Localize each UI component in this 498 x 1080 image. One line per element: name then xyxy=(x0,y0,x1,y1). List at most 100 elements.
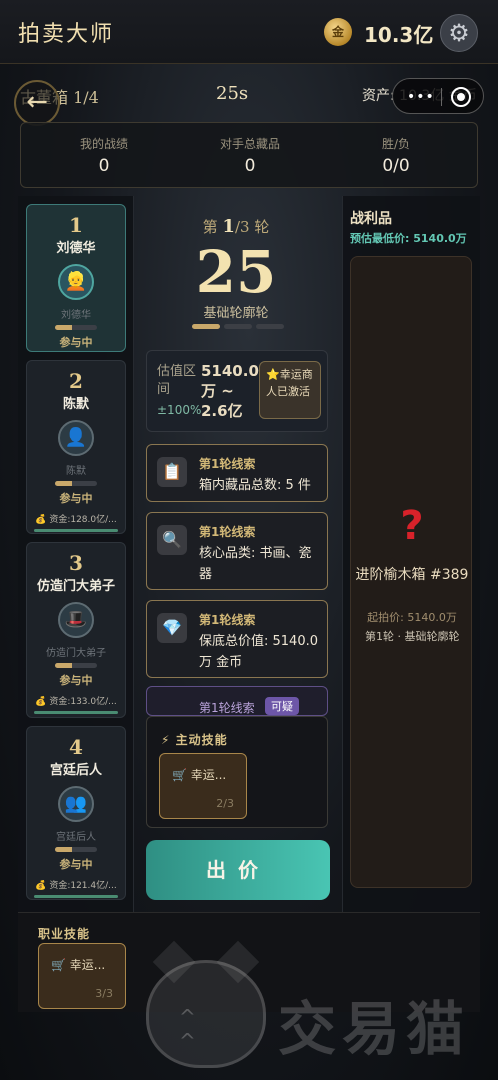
clue-card: 📋 第1轮线索 箱内藏品总数: 5 件 xyxy=(146,444,328,502)
round-step xyxy=(192,324,220,329)
stat-label: 胜/负 xyxy=(381,137,411,151)
mystery-item-card[interactable]: ? 进阶榆木箱 #389 起拍价: 5140.0万 第1轮 · 基础轮廓轮 xyxy=(350,256,472,888)
stat-value: 0 xyxy=(244,156,256,176)
active-skills-title: ⚡ 主动技能 xyxy=(161,733,228,747)
skill-card-lucky[interactable]: 🛒 幸运... 2/3 xyxy=(159,753,247,819)
player-subname: 刘德华 xyxy=(61,310,91,321)
capsule-divider xyxy=(441,88,442,106)
stat-opponent-items: 对手总藏品 0 xyxy=(175,135,325,176)
clue-text: 保底总价值: 5140.0万 金币 xyxy=(199,634,318,670)
player-progress xyxy=(55,325,97,330)
career-skill-card-lucky[interactable]: 🛒 幸运... 3/3 xyxy=(38,943,126,1009)
player-rank: 3 xyxy=(69,551,83,575)
player-name: 刘德华 xyxy=(56,241,96,256)
player-progress xyxy=(55,481,97,486)
round-step xyxy=(256,324,284,329)
suspicious-tag: 可疑 xyxy=(265,697,299,715)
round-current: 1 xyxy=(222,216,235,237)
player-card[interactable]: 2 陈默 👤 陈默 参与中 💰 资金:128.0亿/... xyxy=(26,360,126,534)
player-progress-fill xyxy=(55,325,72,330)
top-bar: 拍卖大师 金 10.3亿 ⚙ xyxy=(0,0,498,64)
watermark-cat-logo: ^ ^ xyxy=(146,960,266,1068)
player-status: 参与中 xyxy=(59,858,93,871)
skill-name: 🛒 幸运... xyxy=(51,958,106,972)
player-name: 仿造门大弟子 xyxy=(36,579,115,594)
back-arrow-icon[interactable]: ← xyxy=(14,80,60,126)
diamond-icon: 💎 xyxy=(157,613,187,643)
player-progress xyxy=(55,847,97,852)
skill-name: 🛒 幸运... xyxy=(172,768,227,782)
player-subname: 宫廷后人 xyxy=(56,832,96,843)
valuation-panel: 估值区间 ±100% 5140.0万 ~ 2.6亿 ⭐幸运商人已激活 xyxy=(146,350,328,432)
avatar-icon: 👱 xyxy=(58,264,94,300)
player-status: 参与中 xyxy=(59,336,93,349)
watermark-text: 交易猫 xyxy=(278,995,471,1063)
player-funds-bar xyxy=(34,895,118,898)
player-funds: 💰 资金:133.0亿/... xyxy=(35,697,117,707)
player-subname: 仿造门大弟子 xyxy=(46,648,106,659)
player-funds: 💰 资金:121.4亿/... xyxy=(35,881,117,891)
clue-title: 第1轮线索 xyxy=(199,701,255,715)
avatar-icon: 🎩 xyxy=(58,602,94,638)
clue-card: 💎 第1轮线索 保底总价值: 5140.0万 金币 xyxy=(146,600,328,678)
round-total: /3 xyxy=(234,218,250,236)
player-funds-bar xyxy=(34,711,118,714)
lucky-merchant-badge: ⭐幸运商人已激活 xyxy=(259,361,321,419)
player-card[interactable]: 1 刘德华 👱 刘德华 参与中 xyxy=(26,204,126,352)
valuation-label: 估值区间 xyxy=(157,364,197,397)
stat-label: 我的战绩 xyxy=(79,137,128,151)
round-prefix: 第 xyxy=(202,218,218,236)
question-mark-icon: ? xyxy=(400,503,424,549)
player-progress xyxy=(55,663,97,668)
skill-count: 3/3 xyxy=(95,987,113,1000)
settings-gear-icon[interactable]: ⚙ xyxy=(440,14,478,52)
watermark-cat-face: ^ ^ xyxy=(179,1005,208,1053)
player-rank: 4 xyxy=(69,735,83,759)
valuation-range: 5140.0万 ~ 2.6亿 xyxy=(201,362,259,420)
player-rank: 2 xyxy=(69,369,83,393)
round-indicator: 第 1/3 轮 xyxy=(146,216,326,237)
stat-label: 对手总藏品 xyxy=(219,137,280,151)
clue-card-suspicious: 第1轮线索 可疑 xyxy=(146,686,328,716)
clue-title: 第1轮线索 xyxy=(199,613,256,627)
round-timer: 25s xyxy=(216,83,249,104)
player-progress-fill xyxy=(55,847,72,852)
clipboard-icon: 📋 xyxy=(157,457,187,487)
round-progress xyxy=(192,324,284,329)
bid-button[interactable]: 出价 xyxy=(146,840,330,900)
item-round-info: 第1轮 · 基础轮廓轮 xyxy=(365,630,460,643)
player-subname: 陈默 xyxy=(66,466,86,477)
spoils-min-price: 预估最低价: 5140.0万 xyxy=(350,232,467,245)
app-title: 拍卖大师 xyxy=(18,22,115,47)
round-name: 基础轮廓轮 xyxy=(203,306,269,321)
round-step xyxy=(224,324,252,329)
magnifier-icon: 🔍 xyxy=(157,525,187,555)
stat-value: 0/0 xyxy=(382,156,410,176)
player-list: 1 刘德华 👱 刘德华 参与中 2 陈默 👤 陈默 参与中 💰 资金:128.0… xyxy=(18,196,134,914)
player-status: 参与中 xyxy=(59,492,93,505)
gold-coin-icon: 金 xyxy=(324,18,352,46)
player-name: 陈默 xyxy=(62,397,89,412)
stats-bar: 我的战绩 0 对手总藏品 0 胜/负 0/0 xyxy=(20,122,478,188)
more-dots-icon[interactable]: ••• xyxy=(407,89,435,105)
player-funds: 💰 资金:128.0亿/... xyxy=(35,515,117,525)
player-name: 宫廷后人 xyxy=(49,763,102,778)
avatar-icon: 👤 xyxy=(58,420,94,456)
valuation-margin: ±100% xyxy=(157,403,202,417)
player-card[interactable]: 4 宫廷后人 👥 宫廷后人 参与中 💰 资金:121.4亿/... xyxy=(26,726,126,900)
balance-value: 10.3亿 xyxy=(364,23,434,47)
player-progress-fill xyxy=(55,663,72,668)
active-skills-panel: ⚡ 主动技能 🛒 幸运... 2/3 xyxy=(146,716,328,828)
item-start-price: 起拍价: 5140.0万 xyxy=(367,611,457,624)
player-progress-fill xyxy=(55,481,72,486)
close-target-icon[interactable] xyxy=(451,87,471,107)
miniprogram-capsule[interactable]: ••• xyxy=(392,78,484,114)
item-name: 进阶榆木箱 #389 xyxy=(355,567,469,583)
clue-text: 核心品类: 书画、瓷器 xyxy=(199,546,312,582)
player-card[interactable]: 3 仿造门大弟子 🎩 仿造门大弟子 参与中 💰 资金:133.0亿/... xyxy=(26,542,126,718)
stat-value: 0 xyxy=(98,156,110,176)
player-status: 参与中 xyxy=(59,674,93,687)
round-suffix: 轮 xyxy=(254,218,270,236)
spoils-title: 战利品 xyxy=(350,211,392,227)
clue-title: 第1轮线索 xyxy=(199,457,256,471)
